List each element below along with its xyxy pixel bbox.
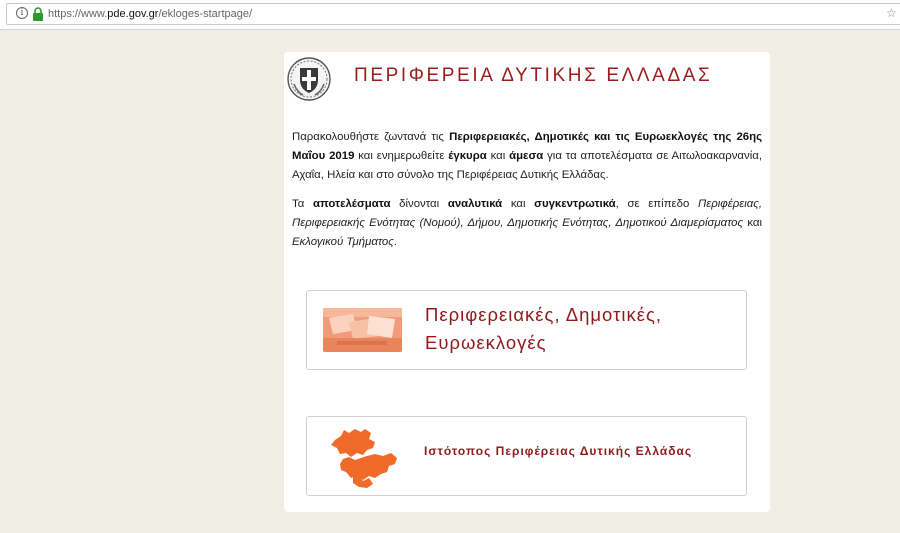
main-card: ΠΕΡΙΦΕΡΕΙΑ ΔΥΤΙΚΗΣ ΕΛΛΑΔΑΣ Παρακολουθήστ… bbox=[284, 52, 770, 512]
intro-paragraph-2: Τα αποτελέσματα δίνονται αναλυτικά και σ… bbox=[292, 198, 762, 248]
url-text[interactable]: https://www.pde.gov.gr/ekloges-startpage… bbox=[48, 7, 252, 21]
greek-coat-of-arms-icon bbox=[287, 57, 331, 101]
url-field[interactable]: i https://www.pde.gov.gr/ekloges-startpa… bbox=[6, 3, 900, 25]
lock-icon[interactable] bbox=[32, 7, 44, 21]
western-greece-map-icon bbox=[331, 429, 397, 488]
ballot-box-image bbox=[323, 308, 402, 352]
region-website-label[interactable]: Ιστότοπος Περιφέρειας Δυτικής Ελλάδας bbox=[424, 444, 692, 458]
site-title: ΠΕΡΙΦΕΡΕΙΑ ΔΥΤΙΚΗΣ ΕΛΛΑΔΑΣ bbox=[354, 65, 713, 86]
elections-link-label[interactable]: Περιφερειακές, Δημοτικές, Ευρωεκλογές bbox=[425, 301, 735, 357]
intro-paragraph-1: Παρακολουθήστε ζωντανά τις Περιφερειακές… bbox=[292, 131, 762, 181]
browser-address-bar: i https://www.pde.gov.gr/ekloges-startpa… bbox=[0, 0, 900, 30]
info-icon[interactable]: i bbox=[16, 7, 28, 19]
region-website-link[interactable]: Ιστότοπος Περιφέρειας Δυτικής Ελλάδας bbox=[306, 416, 747, 496]
bookmark-star-icon[interactable]: ☆ bbox=[886, 6, 900, 20]
elections-results-link[interactable]: Περιφερειακές, Δημοτικές, Ευρωεκλογές bbox=[306, 290, 747, 370]
